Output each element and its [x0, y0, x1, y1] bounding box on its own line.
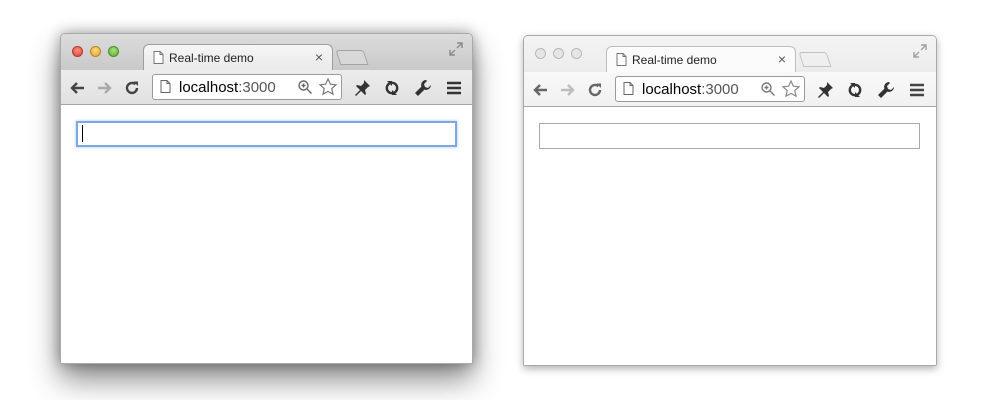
zoom-window-button[interactable] [108, 46, 119, 57]
browser-window-unfocused: Real-time demo × localhost:3000 [523, 35, 937, 366]
zoom-window-button[interactable] [571, 48, 582, 59]
text-input[interactable] [76, 121, 457, 147]
reload-icon[interactable] [585, 80, 605, 100]
menu-icon[interactable] [907, 80, 927, 100]
page-icon [160, 80, 171, 98]
url-host: localhost [179, 79, 239, 96]
new-tab-button[interactable] [798, 52, 832, 67]
page-icon [616, 53, 627, 71]
wrench-icon[interactable] [413, 78, 433, 98]
url-text: localhost:3000 [642, 81, 739, 98]
pin-icon[interactable] [815, 80, 835, 100]
zoom-icon[interactable] [760, 81, 776, 102]
page-icon [153, 51, 164, 69]
back-arrow-icon[interactable] [530, 80, 550, 100]
tab-real-time-demo[interactable]: Real-time demo × [606, 46, 796, 73]
text-caret [82, 125, 83, 142]
sync-icon[interactable] [382, 78, 402, 98]
menu-icon[interactable] [444, 78, 464, 98]
tab-strip: Real-time demo × [524, 36, 936, 73]
browser-toolbar: localhost:3000 [61, 70, 472, 105]
minimize-window-button[interactable] [553, 48, 564, 59]
url-text: localhost:3000 [179, 79, 276, 96]
browser-toolbar: localhost:3000 [524, 72, 936, 107]
page-content [61, 105, 472, 363]
window-controls [535, 48, 582, 59]
fullscreen-icon[interactable] [449, 42, 463, 61]
text-input[interactable] [539, 123, 920, 149]
forward-arrow-icon[interactable] [95, 78, 115, 98]
star-icon[interactable] [318, 77, 338, 102]
tab-close-button[interactable]: × [315, 49, 323, 65]
browser-window-focused: Real-time demo × localhost:3000 [60, 33, 473, 364]
tab-title: Real-time demo [632, 53, 717, 67]
wrench-icon[interactable] [876, 80, 896, 100]
tab-close-button[interactable]: × [778, 51, 786, 67]
tab-real-time-demo[interactable]: Real-time demo × [143, 44, 333, 71]
url-host: localhost [642, 81, 702, 98]
back-arrow-icon[interactable] [67, 78, 87, 98]
page-icon [623, 82, 634, 100]
fullscreen-icon[interactable] [913, 44, 927, 63]
address-bar[interactable]: localhost:3000 [152, 74, 342, 100]
url-port: :3000 [701, 81, 739, 98]
reload-icon[interactable] [122, 78, 142, 98]
sync-icon[interactable] [845, 80, 865, 100]
forward-arrow-icon[interactable] [558, 80, 578, 100]
tab-title: Real-time demo [169, 51, 254, 65]
url-port: :3000 [238, 79, 276, 96]
tab-strip: Real-time demo × [61, 34, 472, 71]
close-window-button[interactable] [72, 46, 83, 57]
pin-icon[interactable] [352, 78, 372, 98]
window-controls [72, 46, 119, 57]
star-icon[interactable] [781, 79, 801, 104]
new-tab-button[interactable] [335, 50, 369, 65]
zoom-icon[interactable] [297, 79, 313, 100]
minimize-window-button[interactable] [90, 46, 101, 57]
address-bar[interactable]: localhost:3000 [615, 76, 805, 102]
close-window-button[interactable] [535, 48, 546, 59]
page-content [524, 107, 936, 365]
